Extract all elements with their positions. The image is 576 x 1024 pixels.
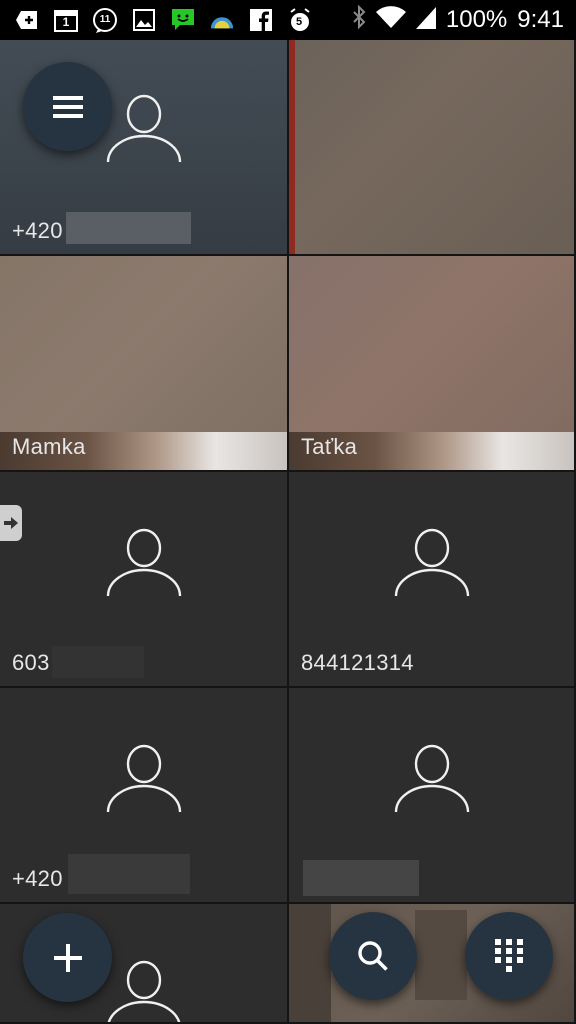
redacted-area bbox=[303, 860, 419, 896]
redacted-area bbox=[52, 646, 144, 678]
search-icon bbox=[358, 941, 388, 971]
contact-tile[interactable]: Taťka bbox=[289, 256, 576, 472]
contact-label: +420 bbox=[12, 866, 63, 891]
avatar-icon bbox=[394, 528, 469, 597]
weather-icon bbox=[209, 7, 235, 33]
avatar-icon bbox=[106, 744, 181, 813]
contact-tile[interactable] bbox=[289, 40, 576, 256]
contact-tile[interactable]: +420 bbox=[0, 688, 289, 904]
add-notification-icon bbox=[14, 7, 40, 33]
photo-edge bbox=[289, 40, 295, 254]
menu-button[interactable] bbox=[23, 62, 112, 151]
redacted-area bbox=[66, 212, 191, 244]
signal-icon bbox=[415, 5, 436, 36]
avatar-icon bbox=[106, 528, 181, 597]
contact-label: Taťka bbox=[301, 434, 358, 459]
facebook-icon bbox=[248, 7, 274, 33]
plus-icon bbox=[53, 943, 82, 972]
search-button[interactable] bbox=[329, 912, 417, 1000]
battery-percent: 100% bbox=[445, 6, 508, 33]
contact-tile[interactable]: 603 bbox=[0, 472, 289, 688]
contact-tile[interactable]: Mamka bbox=[0, 256, 289, 472]
side-drawer-handle[interactable] bbox=[0, 505, 22, 541]
contact-label: 844121314 bbox=[301, 650, 414, 675]
add-contact-button[interactable] bbox=[23, 913, 112, 1002]
dialpad-button[interactable] bbox=[465, 912, 553, 1000]
contact-label: Mamka bbox=[12, 434, 86, 459]
dialpad-icon bbox=[495, 939, 523, 972]
calendar-icon: 1 bbox=[53, 7, 79, 33]
gallery-icon bbox=[131, 7, 157, 33]
contact-label: +420 bbox=[12, 218, 63, 243]
alarm-badge-icon: 5 bbox=[287, 7, 313, 33]
messenger-count: 11 bbox=[99, 14, 111, 25]
contact-photo bbox=[289, 904, 331, 1022]
avatar-icon bbox=[106, 94, 181, 163]
avatar-icon bbox=[394, 744, 469, 813]
hamburger-menu-icon bbox=[52, 95, 83, 118]
calendar-day: 1 bbox=[62, 15, 70, 29]
wifi-icon bbox=[375, 5, 406, 36]
status-bar: 1 11 5 100% 9:41 bbox=[0, 0, 576, 40]
contact-label: 603 bbox=[12, 650, 50, 675]
redacted-area bbox=[68, 854, 190, 894]
avatar-icon bbox=[107, 960, 180, 1022]
message-icon bbox=[170, 7, 196, 33]
alarm-count: 5 bbox=[295, 16, 303, 28]
bluetooth-icon bbox=[352, 4, 366, 36]
arrow-right-icon bbox=[4, 517, 18, 529]
clock: 9:41 bbox=[517, 6, 564, 33]
contact-tile[interactable] bbox=[289, 688, 576, 904]
messenger-badge-icon: 11 bbox=[92, 7, 118, 33]
contact-photo bbox=[415, 910, 467, 1000]
contact-tile[interactable]: 844121314 bbox=[289, 472, 576, 688]
